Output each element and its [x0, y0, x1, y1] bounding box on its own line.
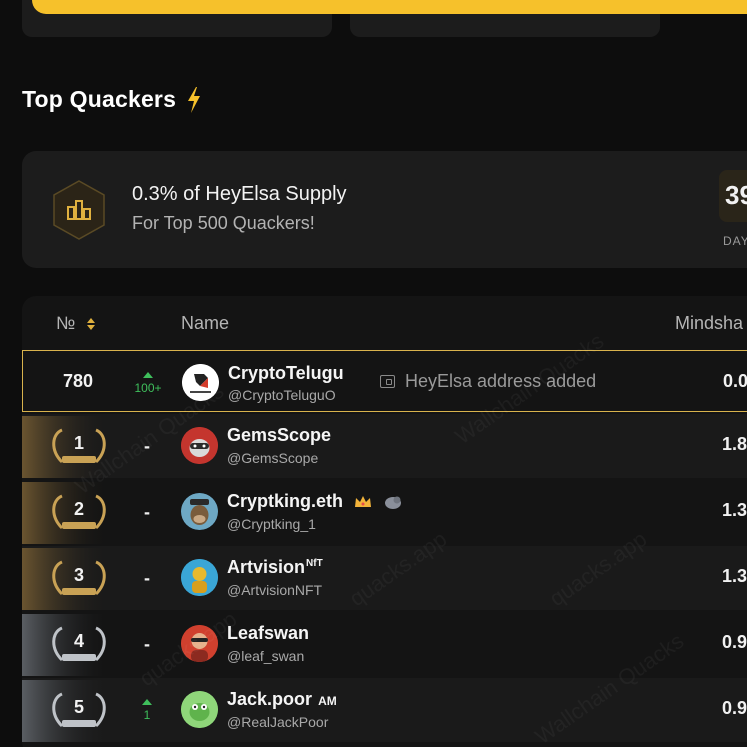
user-handle: @Cryptking_1 — [227, 516, 316, 532]
avatar[interactable] — [181, 691, 218, 728]
gold-laurel-badge-icon — [22, 482, 110, 544]
mindshare-value: 0.9 — [722, 698, 747, 718]
name-column-header: Name — [181, 313, 230, 333]
user-handle: @GemsScope — [227, 450, 319, 466]
gorilla-icon — [385, 496, 402, 510]
yellow-banner[interactable] — [32, 0, 747, 14]
rank-change-value: - — [144, 501, 150, 522]
avatar[interactable] — [182, 364, 219, 401]
raccoon-avatar-icon — [181, 427, 218, 464]
rank-change: 1 — [127, 678, 167, 742]
avatar[interactable] — [181, 493, 218, 530]
rank-change-value: 100+ — [134, 380, 162, 395]
cryptotelugu-logo-icon — [182, 364, 219, 401]
sort-icon[interactable] — [86, 317, 96, 331]
ape-avatar-icon — [181, 493, 218, 530]
reward-card: 0.3% of HeyElsa Supply For Top 500 Quack… — [22, 151, 747, 268]
rank-number: 4 — [74, 631, 85, 651]
user-name-with-suffix[interactable]: ArtvisionNfT — [227, 557, 323, 578]
podium-icon — [53, 180, 105, 240]
avatar[interactable] — [181, 559, 218, 596]
user-name[interactable]: CryptoTelugu — [228, 363, 344, 384]
rank-number: 1 — [74, 433, 85, 453]
rank-change-value: - — [144, 633, 150, 654]
table-header: № Name Mindsha — [22, 296, 747, 350]
silver-laurel-badge-icon — [22, 680, 110, 742]
arrow-up-icon — [143, 371, 153, 378]
user-handle: @ArtvisionNFT — [227, 582, 323, 598]
user-name-suffix: NfT — [306, 558, 323, 569]
mindshare-value: 1.8 — [722, 434, 747, 454]
rank-number: 5 — [74, 697, 85, 717]
mindshare-value: 1.3 — [722, 500, 747, 520]
user-handle: @leaf_swan — [227, 648, 305, 664]
rank-number: 3 — [74, 565, 85, 585]
rank-column-header[interactable]: № — [56, 313, 75, 334]
avatar[interactable] — [181, 427, 218, 464]
table-row[interactable]: 3 - ArtvisionNfT @ArtvisionNFT 1.3 — [22, 546, 747, 610]
crown-icon — [355, 496, 372, 508]
gold-laurel-badge-icon — [22, 548, 110, 610]
table-row[interactable]: 2 - Cryptking.eth @Cryptking_1 1.3 — [22, 480, 747, 544]
golden-figure-avatar-icon — [181, 559, 218, 596]
table-row[interactable]: 4 - Leafswan @leaf_swan 0.9 — [22, 612, 747, 676]
user-name[interactable]: GemsScope — [227, 425, 331, 446]
mindshare-value: 0.9 — [722, 632, 747, 652]
rank-change: 100+ — [128, 351, 168, 415]
address-note: HeyElsa address added — [380, 371, 596, 392]
mindshare-value: 1.3 — [722, 566, 747, 586]
user-name: Cryptking.eth — [227, 491, 344, 511]
leaderboard-table: № Name Mindsha 780 100+ CryptoTelugu @Cr… — [22, 296, 747, 747]
avatar[interactable] — [181, 625, 218, 662]
user-handle: @CryptoTeluguO — [228, 387, 336, 403]
wallet-icon — [380, 375, 395, 388]
section-title: Top Quackers — [22, 86, 202, 113]
user-handle: @RealJackPoor — [227, 714, 329, 730]
reward-subtitle: For Top 500 Quackers! — [132, 213, 315, 233]
user-name-with-suffix[interactable]: Jack.poor AM — [227, 689, 337, 710]
table-row[interactable]: 5 1 Jack.poor AM @RealJackPoor 0.9 — [22, 678, 747, 742]
countdown-label: DAY — [723, 234, 747, 248]
reward-title: 0.3% of HeyElsa Supply — [132, 183, 347, 205]
user-name[interactable]: Leafswan — [227, 623, 309, 644]
gold-laurel-badge-icon — [22, 416, 110, 478]
lightning-icon — [188, 86, 201, 113]
rank-change-value: - — [144, 435, 150, 456]
section-title-text: Top Quackers — [22, 86, 177, 112]
arrow-up-icon — [142, 698, 152, 705]
user-name: Jack.poor — [227, 689, 313, 709]
rank-change-value: - — [144, 567, 150, 588]
rank-change-value: 1 — [143, 707, 151, 722]
user-name-with-badges[interactable]: Cryptking.eth — [227, 491, 403, 512]
user-name: Artvision — [227, 557, 306, 577]
current-user-row[interactable]: 780 100+ CryptoTelugu @CryptoTeluguO Hey… — [22, 350, 747, 412]
person-avatar-icon — [181, 625, 218, 662]
rank-number: 780 — [63, 371, 94, 391]
address-note-text: HeyElsa address added — [405, 371, 597, 391]
user-name-suffix: AM — [318, 694, 337, 708]
table-row[interactable]: 1 - GemsScope @GemsScope 1.8 — [22, 414, 747, 478]
silver-laurel-badge-icon — [22, 614, 110, 676]
mindshare-column-header[interactable]: Mindsha — [675, 313, 743, 334]
mindshare-value: 0.0 — [723, 371, 747, 391]
pepe-avatar-icon — [181, 691, 218, 728]
rank-number: 2 — [74, 499, 85, 519]
countdown-days: 39 — [719, 170, 747, 222]
